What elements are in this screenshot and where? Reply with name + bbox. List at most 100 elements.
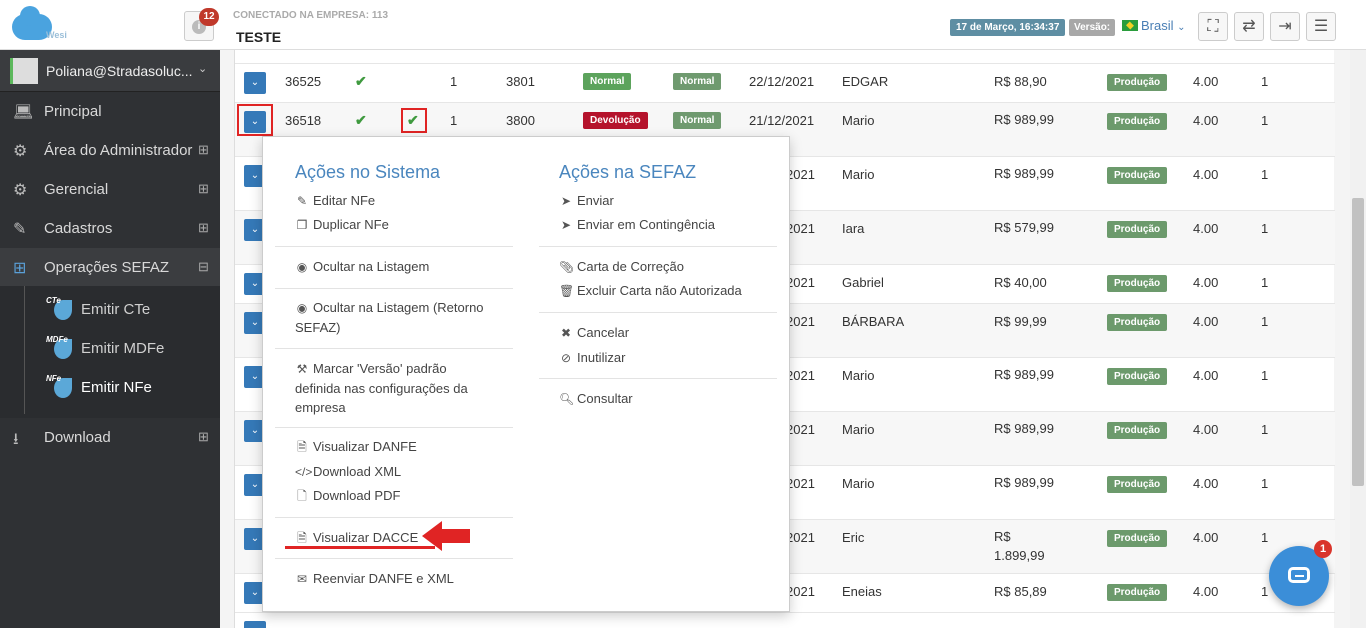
row-value: R$ 85,89 [994, 584, 1047, 599]
row-date: 2021 [786, 368, 815, 383]
divider [539, 378, 777, 379]
download-icon: ⭳ [13, 431, 19, 448]
user-name: Poliana@Stradasoluc... [46, 63, 193, 79]
sidebar-item-download[interactable]: ⭳ Download ⊞ [0, 418, 220, 457]
menu-item-download-xml[interactable]: </>Download XML [295, 462, 401, 482]
row-count: 1 [1261, 368, 1269, 383]
menu-item-consultar[interactable]: 🔍︎ Consultar [559, 389, 633, 409]
menu-item-enviar-contingencia[interactable]: ➤ Enviar em Contingência [559, 215, 715, 235]
menu-item-visualizar-danfe[interactable]: 🗎︎ Visualizar DANFE [295, 437, 417, 457]
env-badge: Produção [1107, 221, 1168, 238]
row-version: 4.00 [1193, 275, 1219, 290]
env-badge: Produção [1107, 275, 1168, 292]
menu-item-reenviar-danfe-xml[interactable]: ✉ Reenviar DANFE e XML [295, 569, 454, 589]
sidebar-item-label: Emitir CTe [81, 301, 151, 318]
chat-icon [1288, 567, 1310, 583]
env-badge: Produção [1107, 113, 1168, 130]
menu-item-cancelar[interactable]: ✖ Cancelar [559, 323, 629, 343]
logout-button[interactable]: ⇥ [1270, 12, 1300, 41]
menu-item-carta-correcao[interactable]: 📎︎ Carta de Correção [559, 257, 684, 277]
paperclip-icon: 📎︎ [559, 260, 575, 274]
sidebar-item-emitir-cte[interactable]: CTe Emitir CTe [0, 290, 220, 329]
menu-item-ocultar-retorno-sefaz[interactable]: ◉ Ocultar na Listagem (Retorno SEFAZ) [295, 298, 505, 337]
row-name: Iara [842, 221, 865, 236]
row-count: 1 [1261, 584, 1269, 599]
sign-out-icon: ⇥ [1278, 18, 1292, 35]
row-qty: 1 [450, 113, 458, 128]
divider [275, 517, 513, 518]
menu-item-inutilizar[interactable]: ⊘ Inutilizar [559, 348, 625, 368]
table-row [235, 50, 1335, 64]
menu-button[interactable]: ☰ [1306, 12, 1336, 41]
menu-item-editar-nfe[interactable]: ✎ Editar NFe [295, 191, 375, 211]
row-count: 1 [1261, 167, 1269, 182]
language-selector[interactable]: Brasil ⌄ [1122, 18, 1186, 33]
menu-item-download-pdf[interactable]: 🗋︎ Download PDF [295, 486, 400, 506]
row-value: R$ 40,00 [994, 275, 1047, 290]
check-icon: ✔ [355, 73, 367, 89]
row-value: R$ 989,99 [994, 421, 1054, 436]
expand-icon: ⊞ [198, 142, 209, 157]
menu-item-visualizar-dacce[interactable]: 🗎︎ Visualizar DACCE [295, 528, 418, 548]
divider [275, 558, 513, 559]
edit-icon: ✎ [13, 221, 27, 238]
row-value: R$ 88,90 [994, 74, 1047, 89]
menu-item-duplicar-nfe[interactable]: ❐ Duplicar NFe [295, 215, 389, 235]
row-actions-button[interactable]: ⌄ [244, 72, 266, 94]
pencil-icon: ✎ [296, 194, 308, 208]
times-icon: ✖ [560, 326, 572, 340]
menu-item-excluir-carta[interactable]: 🗑︎ Excluir Carta não Autorizada [559, 281, 742, 301]
highlight-actions-button [237, 104, 273, 136]
row-value: R$ 989,99 [994, 112, 1054, 127]
chevron-down-icon: ⌄ [1177, 22, 1186, 33]
file-icon: 🗎︎ [297, 440, 307, 454]
menu-item-enviar[interactable]: ➤ Enviar [559, 191, 614, 211]
row-qty: 1 [450, 74, 458, 89]
row-value: R$ 989,99 [994, 166, 1054, 181]
notifications-button[interactable]: i 12 [184, 8, 219, 41]
row-value: R$ 1.899,99 [994, 529, 1045, 563]
sidebar-item-emitir-mdfe[interactable]: MDFe Emitir MDFe [0, 329, 220, 368]
eye-slash-icon: ◉ [296, 260, 308, 274]
row-date: 2021 [786, 221, 815, 236]
row-actions-button[interactable] [244, 621, 266, 628]
send-filled-icon: ➤ [560, 218, 572, 232]
sidebar-item-label: Gerencial [44, 181, 109, 198]
row-name: Eneias [842, 584, 882, 599]
user-menu[interactable]: Poliana@Stradasoluc... ⌄ [0, 50, 220, 92]
dacce-highlight-underline [285, 546, 435, 549]
row-date: 2021 [786, 422, 815, 437]
sidebar-item-principal[interactable]: 💻︎ Principal [0, 92, 220, 131]
sidebar-item-operacoes-sefaz[interactable]: ⊞ Operações SEFAZ ⊟ [0, 248, 220, 287]
sidebar-item-cadastros[interactable]: ✎ Cadastros ⊞ [0, 209, 220, 248]
sidebar-item-gerencial[interactable]: ⚙︎ Gerencial ⊞ [0, 170, 220, 209]
sidebar-item-admin[interactable]: ⚙︎ Área do Administrador ⊞ [0, 131, 220, 170]
menu-item-marcar-versao[interactable]: ⚒ Marcar 'Versão' padrão definida nas con… [295, 359, 495, 417]
sidebar-item-emitir-nfe[interactable]: NFe Emitir NFe [0, 368, 220, 407]
row-count: 1 [1261, 314, 1269, 329]
windows-icon: ⊞ [13, 260, 27, 277]
chevron-down-icon: ⌄ [250, 479, 260, 490]
row-actions-dropdown: Ações no Sistema Ações na SEFAZ ✎ Editar … [262, 136, 790, 612]
page-scrollbar[interactable] [1350, 50, 1366, 628]
logo-text: Wesi [46, 30, 67, 40]
divider [275, 246, 513, 247]
fullscreen-button[interactable]: ⛶ [1198, 12, 1228, 41]
scrollbar-thumb[interactable] [1352, 198, 1364, 486]
row-name: Mario [842, 113, 875, 128]
expand-icon: ⊞ [198, 181, 209, 196]
sidebar-item-label: Emitir MDFe [81, 340, 165, 357]
env-badge: Produção [1107, 74, 1168, 91]
mdfe-icon: MDFe [44, 335, 76, 361]
row-name: Mario [842, 422, 875, 437]
wrench-icon: ⚒ [296, 362, 308, 376]
chevron-down-icon: ⌄ [250, 170, 260, 181]
chevron-down-icon: ⌄ [250, 317, 260, 328]
app-logo[interactable]: Wesi [10, 6, 68, 42]
menu-item-ocultar-listagem[interactable]: ◉ Ocultar na Listagem [295, 257, 430, 277]
row-name: Mario [842, 167, 875, 182]
chat-button[interactable]: 1 [1269, 540, 1332, 606]
refresh-button[interactable]: ⇄ [1234, 12, 1264, 41]
status-badge: Normal [673, 112, 722, 129]
table-row [235, 613, 1335, 628]
